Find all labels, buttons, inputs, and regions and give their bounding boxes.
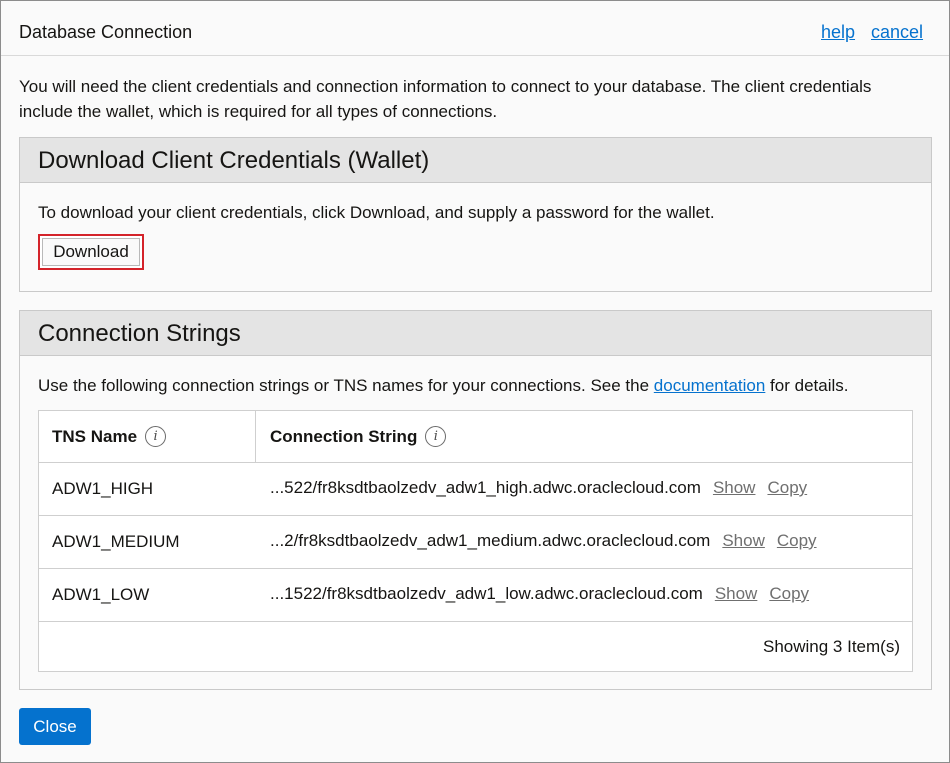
table-row: ADW1_HIGH ...522/fr8ksdtbaolzedv_adw1_hi…	[39, 463, 912, 516]
table-footer: Showing 3 Item(s)	[39, 622, 912, 671]
download-button-highlight: Download	[38, 234, 144, 270]
tns-name-cell: ADW1_MEDIUM	[52, 532, 180, 551]
copy-link[interactable]: Copy	[767, 478, 807, 497]
tns-name-cell: ADW1_LOW	[52, 585, 150, 604]
cancel-link[interactable]: cancel	[871, 22, 923, 43]
documentation-link[interactable]: documentation	[654, 376, 766, 395]
connection-instructions: Use the following connection strings or …	[38, 376, 848, 396]
close-button[interactable]: Close	[19, 708, 91, 745]
database-connection-dialog: Database Connection help cancel You will…	[0, 0, 950, 763]
wallet-instructions: To download your client credentials, cli…	[38, 203, 715, 222]
connection-string-cell: ...522/fr8ksdtbaolzedv_adw1_high.adwc.or…	[270, 478, 807, 498]
connection-section-header: Connection Strings	[20, 311, 931, 356]
connection-string-value: ...522/fr8ksdtbaolzedv_adw1_high.adwc.or…	[270, 478, 701, 497]
copy-link[interactable]: Copy	[769, 584, 809, 603]
column-header-tns-name[interactable]: TNS Name i	[39, 411, 256, 462]
column-header-label: TNS Name	[52, 426, 138, 446]
show-link[interactable]: Show	[715, 584, 758, 603]
download-button[interactable]: Download	[42, 238, 140, 266]
table-header: TNS Name i Connection String i	[39, 411, 912, 463]
connection-string-value: ...1522/fr8ksdtbaolzedv_adw1_low.adwc.or…	[270, 584, 703, 603]
wallet-section: Download Client Credentials (Wallet) To …	[19, 137, 932, 292]
column-header-connection-string[interactable]: Connection String i	[257, 411, 447, 462]
connection-string-value: ...2/fr8ksdtbaolzedv_adw1_medium.adwc.or…	[270, 531, 711, 550]
connection-instructions-after: for details.	[765, 376, 849, 395]
item-count: Showing 3 Item(s)	[763, 637, 900, 656]
show-link[interactable]: Show	[722, 531, 765, 550]
dialog-title: Database Connection	[19, 22, 193, 42]
info-icon[interactable]: i	[425, 426, 447, 447]
wallet-section-header: Download Client Credentials (Wallet)	[20, 138, 931, 183]
copy-link[interactable]: Copy	[777, 531, 817, 550]
connection-section-title: Connection Strings	[38, 320, 241, 347]
table-row: ADW1_MEDIUM ...2/fr8ksdtbaolzedv_adw1_me…	[39, 516, 912, 569]
table-row: ADW1_LOW ...1522/fr8ksdtbaolzedv_adw1_lo…	[39, 569, 912, 622]
tns-name-cell: ADW1_HIGH	[52, 479, 154, 498]
column-header-label: Connection String	[270, 426, 418, 446]
connection-string-cell: ...1522/fr8ksdtbaolzedv_adw1_low.adwc.or…	[270, 584, 809, 604]
info-icon[interactable]: i	[145, 426, 167, 447]
intro-text: You will need the client credentials and…	[19, 77, 872, 121]
help-link[interactable]: help	[821, 22, 855, 43]
connection-string-cell: ...2/fr8ksdtbaolzedv_adw1_medium.adwc.or…	[270, 531, 817, 551]
wallet-section-title: Download Client Credentials (Wallet)	[38, 147, 430, 174]
dialog-header: Database Connection help cancel	[1, 1, 949, 56]
connection-strings-section: Connection Strings Use the following con…	[19, 310, 932, 690]
show-link[interactable]: Show	[713, 478, 756, 497]
connection-instructions-before: Use the following connection strings or …	[38, 376, 654, 395]
connection-strings-table: TNS Name i Connection String i ADW1_HIGH…	[38, 410, 913, 672]
